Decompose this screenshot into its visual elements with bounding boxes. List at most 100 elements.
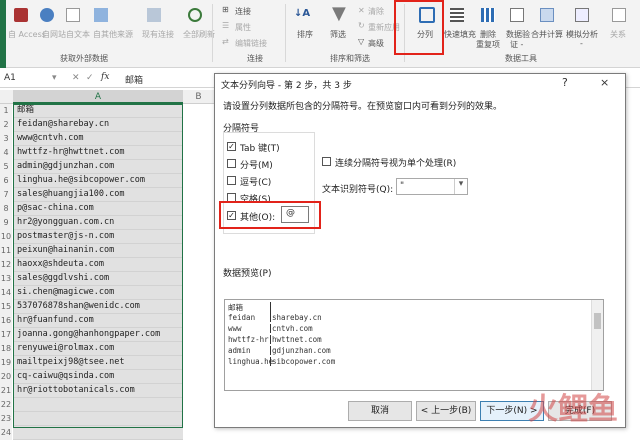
cell-a[interactable]: cq-caiwu@qsinda.com — [13, 370, 183, 384]
refresh-all-button[interactable]: 全部刷新 — [183, 29, 215, 40]
preview-scrollbar[interactable] — [591, 300, 603, 390]
preview-cell: www — [228, 324, 271, 333]
properties-button[interactable]: 属性 — [235, 22, 251, 33]
ribbon: 自 Access 自网站 自文本 自其他来源 现有连接 全部刷新 获取外部数据 … — [0, 0, 640, 68]
cell-a[interactable]: postmaster@js-n.com — [13, 230, 183, 244]
row-header[interactable]: 12 — [0, 258, 12, 272]
enter-icon[interactable]: ✓ — [86, 73, 94, 83]
row-header[interactable]: 8 — [0, 202, 12, 216]
edit-links-button[interactable]: 编辑链接 — [235, 38, 267, 49]
text-file-icon[interactable] — [66, 8, 80, 22]
comma-checkbox[interactable] — [227, 176, 236, 185]
text-qualifier-select[interactable]: " ▾ — [396, 178, 468, 195]
consolidate-button[interactable]: 合并计算 — [531, 29, 563, 40]
advanced-filter-icon: ▽ — [358, 37, 365, 46]
cell-a[interactable]: hwttfz-hr@hwttnet.com — [13, 146, 183, 160]
row-header[interactable]: 13 — [0, 272, 12, 286]
help-button[interactable]: ? — [562, 76, 568, 89]
column-header-b[interactable]: B — [183, 90, 214, 104]
row-header[interactable]: 21 — [0, 384, 12, 398]
cell-a[interactable] — [13, 412, 183, 426]
row-header[interactable]: 11 — [0, 244, 12, 258]
row-header[interactable]: 3 — [0, 132, 12, 146]
advanced-button[interactable]: 高级 — [368, 38, 384, 49]
flash-fill-button[interactable]: 快速填充 — [444, 29, 476, 40]
back-button[interactable]: < 上一步(B) — [416, 401, 476, 421]
from-text-button[interactable]: 自文本 — [66, 29, 90, 40]
formula-input[interactable]: 邮箱 — [125, 73, 143, 86]
relationships-button[interactable]: 关系 — [610, 29, 626, 40]
existing-connections-button[interactable]: 现有连接 — [142, 29, 174, 40]
semicolon-checkbox[interactable] — [227, 159, 236, 168]
from-other-button[interactable]: 自其他来源 — [93, 29, 133, 40]
connections-button[interactable]: 连接 — [235, 6, 251, 17]
cell-a[interactable]: renyuwei@rolmax.com — [13, 342, 183, 356]
clear-filter-icon: ✕ — [358, 6, 365, 15]
cell-a[interactable]: mailtpeixj98@tsee.net — [13, 356, 183, 370]
cell-a[interactable]: si.chen@magicwe.com — [13, 286, 183, 300]
filter-button[interactable]: 筛选 — [330, 29, 346, 40]
cancel-icon[interactable]: ✕ — [72, 73, 80, 83]
row-header[interactable]: 18 — [0, 342, 12, 356]
name-box-dropdown-icon[interactable]: ▾ — [52, 73, 57, 83]
remove-duplicates-button-line2[interactable]: 重复项 — [476, 39, 500, 50]
row-header[interactable]: 9 — [0, 216, 12, 230]
cell-a[interactable]: sales@huangjia100.com — [13, 188, 183, 202]
cell-a[interactable]: sales@ggdlvshi.com — [13, 272, 183, 286]
existing-connections-icon[interactable] — [147, 8, 161, 22]
scrollbar-thumb[interactable] — [594, 313, 601, 329]
cell-a[interactable]: peixun@hainanin.com — [13, 244, 183, 258]
row-header[interactable]: 2 — [0, 118, 12, 132]
row-header[interactable]: 22 — [0, 398, 12, 412]
sort-button[interactable]: 排序 — [297, 29, 313, 40]
cell-a[interactable]: p@sac-china.com — [13, 202, 183, 216]
from-access-button[interactable]: 自 Access — [8, 29, 46, 40]
cell-a[interactable]: 537076878shan@wenidc.com — [13, 300, 183, 314]
cell-a[interactable]: admin@gdjunzhan.com — [13, 160, 183, 174]
row-header[interactable]: 19 — [0, 356, 12, 370]
consolidate-icon — [540, 8, 554, 22]
row-header[interactable]: 15 — [0, 300, 12, 314]
function-icon[interactable]: fx — [101, 72, 109, 82]
from-web-button[interactable]: 自网站 — [42, 29, 66, 40]
row-header[interactable]: 14 — [0, 286, 12, 300]
name-box[interactable]: A1 — [4, 73, 16, 83]
other-sources-icon[interactable] — [94, 8, 108, 22]
cell-a[interactable]: hr@fuanfund.com — [13, 314, 183, 328]
row-header[interactable]: 10 — [0, 230, 12, 244]
row-header[interactable]: 1 — [0, 104, 12, 118]
web-icon[interactable] — [40, 8, 54, 22]
row-header[interactable]: 6 — [0, 174, 12, 188]
data-validation-button-line2[interactable]: 证 - — [510, 39, 523, 50]
what-if-button-line2[interactable]: - — [580, 39, 583, 48]
cell-a[interactable]: joanna.gong@hanhongpaper.com — [13, 328, 183, 342]
cancel-button[interactable]: 取消 — [348, 401, 412, 421]
select-all-corner[interactable] — [0, 90, 13, 104]
cell-a[interactable]: hr2@yongguan.com.cn — [13, 216, 183, 230]
cell-a[interactable]: linghua.he@sibcopower.com — [13, 174, 183, 188]
access-icon[interactable] — [14, 8, 28, 22]
column-header-a[interactable]: A — [13, 90, 183, 104]
cell-a[interactable]: haoxx@shdeuta.com — [13, 258, 183, 272]
clear-button[interactable]: 清除 — [368, 6, 384, 17]
cell-a[interactable] — [13, 426, 183, 440]
row-header[interactable]: 23 — [0, 412, 12, 426]
cell-a[interactable]: 邮箱 — [13, 104, 183, 118]
row-header[interactable]: 7 — [0, 188, 12, 202]
row-header[interactable]: 4 — [0, 146, 12, 160]
cell-a[interactable]: feidan@sharebay.cn — [13, 118, 183, 132]
cell-a[interactable]: hr@riottobotanicals.com — [13, 384, 183, 398]
consecutive-checkbox[interactable] — [322, 157, 331, 166]
row-header[interactable]: 17 — [0, 328, 12, 342]
row-header[interactable]: 20 — [0, 370, 12, 384]
close-button[interactable]: × — [600, 76, 609, 89]
chevron-down-icon[interactable]: ▾ — [454, 179, 467, 194]
cell-a[interactable]: www@cntvh.com — [13, 132, 183, 146]
row-header[interactable]: 24 — [0, 426, 12, 440]
cell-a[interactable] — [13, 398, 183, 412]
tab-checkbox[interactable]: ✓ — [227, 142, 236, 151]
row-header[interactable]: 16 — [0, 314, 12, 328]
data-preview-box[interactable]: 邮箱 feidan sharebay.cn www cntvh.com hwttfz-hr… — [224, 299, 604, 391]
refresh-all-icon[interactable] — [188, 8, 202, 22]
row-header[interactable]: 5 — [0, 160, 12, 174]
